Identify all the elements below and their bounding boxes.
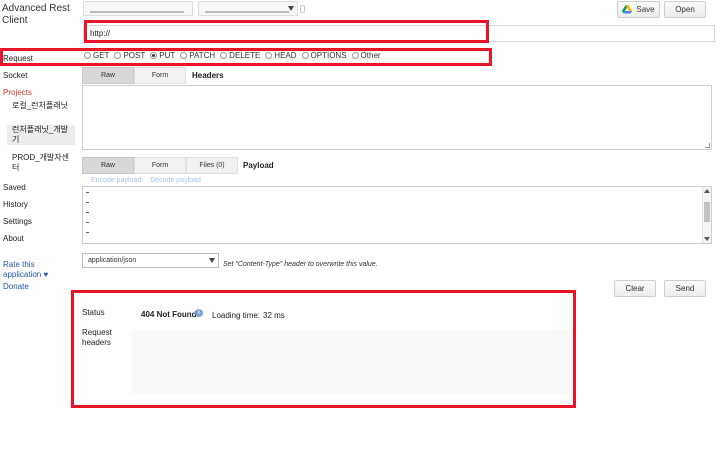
content-type-hint: Set "Content-Type" header to overwrite t… — [223, 261, 378, 268]
text-line — [86, 212, 89, 213]
project-item-selected[interactable]: 런처플래닛_개발기 — [7, 125, 75, 145]
content-type-select[interactable]: application/json — [82, 253, 219, 268]
scroll-up-icon[interactable] — [704, 189, 710, 193]
clear-button-label: Clear — [625, 284, 645, 293]
open-button[interactable]: Open — [664, 1, 706, 18]
payload-heading: Payload — [243, 161, 274, 170]
headers-heading: Headers — [192, 71, 224, 80]
text-line — [86, 222, 89, 223]
open-button-label: Open — [675, 5, 695, 14]
sidebar-item-saved[interactable]: Saved — [3, 183, 26, 192]
rate-link[interactable]: Rate this application ♥ — [3, 260, 63, 280]
sidebar-item-projects[interactable]: Projects — [3, 88, 32, 97]
clear-button[interactable]: Clear — [614, 280, 656, 297]
sidebar-item-history[interactable]: History — [3, 200, 28, 209]
encode-payload-link[interactable]: Encode payload — [91, 177, 141, 184]
headers-tabbar: Raw Form Headers — [82, 67, 712, 84]
payload-textarea[interactable] — [82, 186, 712, 244]
annotation-box-response — [71, 290, 576, 408]
send-button[interactable]: Send — [664, 280, 706, 297]
annotation-box-url — [84, 20, 489, 43]
sidebar-item-settings[interactable]: Settings — [3, 217, 32, 226]
payload-scrollbar[interactable] — [702, 187, 711, 243]
sidebar-item-socket[interactable]: Socket — [3, 71, 27, 80]
send-button-label: Send — [675, 284, 695, 293]
scroll-thumb[interactable] — [704, 202, 710, 222]
text-line — [86, 202, 89, 203]
app-title: Advanced Rest Client — [2, 3, 70, 26]
save-button-label: Save — [636, 5, 655, 14]
tab-payload-files[interactable]: Files (0) — [186, 157, 238, 174]
project-item[interactable]: 로컬_런처플래닛 — [12, 101, 74, 111]
pin-icon[interactable] — [300, 5, 305, 13]
sidebar-item-about[interactable]: About — [3, 234, 24, 243]
project-item[interactable]: PROD_개발자센터 — [12, 153, 74, 173]
chevron-down-icon — [209, 258, 215, 263]
endpoint-select[interactable] — [198, 1, 298, 16]
payload-links: Encode payload Decode payload — [91, 177, 201, 184]
tab-headers-form[interactable]: Form — [134, 67, 186, 84]
scroll-down-icon[interactable] — [704, 237, 710, 241]
headers-textarea[interactable] — [82, 85, 712, 150]
text-line — [86, 192, 89, 193]
content-type-value: application/json — [88, 257, 137, 264]
resize-handle-icon[interactable] — [705, 143, 710, 148]
annotation-box-method — [0, 48, 492, 66]
payload-tabbar: Raw Form Files (0) Payload — [82, 157, 712, 174]
donate-link[interactable]: Donate — [3, 282, 29, 292]
decode-payload-link[interactable]: Decode payload — [150, 177, 201, 184]
drive-icon — [622, 5, 633, 14]
tab-payload-form[interactable]: Form — [134, 157, 186, 174]
tab-payload-raw[interactable]: Raw — [82, 157, 134, 174]
project-select[interactable] — [83, 1, 193, 16]
save-button[interactable]: Save — [617, 1, 660, 18]
tab-headers-raw[interactable]: Raw — [82, 67, 134, 84]
chevron-down-icon — [288, 6, 294, 11]
text-line — [86, 232, 89, 233]
